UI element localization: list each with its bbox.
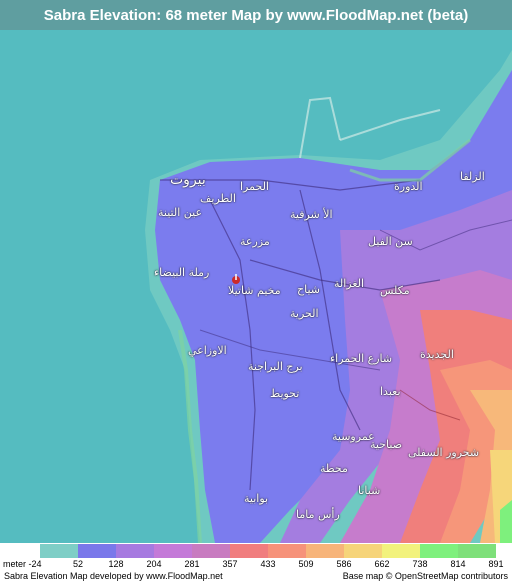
legend-tick: 738 <box>412 559 428 569</box>
place-label: شارع الحمراء <box>330 352 393 365</box>
legend-tick: 52 <box>72 559 84 569</box>
place-label: عين التينة <box>158 206 203 219</box>
place-label: برج البراجنة <box>248 360 303 373</box>
legend-swatch <box>306 544 344 558</box>
legend-tick: 128 <box>108 559 124 569</box>
place-label: الأ شرفية <box>290 208 333 221</box>
legend-tick: 509 <box>298 559 314 569</box>
place-label: الحرية <box>290 307 319 320</box>
legend-swatch <box>40 544 78 558</box>
legend-tick: 433 <box>260 559 276 569</box>
place-label: تحويط <box>270 387 300 400</box>
place-label: صباحية <box>370 438 403 451</box>
elevation-map[interactable]: بيروت الحمرا الطريف عين التينة الأ شرفية مزرع… <box>0 30 512 543</box>
place-label: الغزالة <box>334 277 365 290</box>
map-title: Sabra Elevation: 68 meter Map by www.Flo… <box>0 0 512 30</box>
place-label: الاوزاعي <box>188 344 227 357</box>
place-label: رملة البيضاء <box>154 266 210 279</box>
legend-ticks: meter -24 52 128 204 281 357 433 509 586 662 738 81… <box>0 559 512 571</box>
legend-swatch <box>78 544 116 558</box>
place-label: الحمرا <box>240 180 269 193</box>
legend-swatches <box>40 544 496 558</box>
place-label: مخيم شاتيلا <box>228 284 281 297</box>
legend-swatch <box>116 544 154 558</box>
place-label: بوابية <box>244 492 269 505</box>
legend-tick: 281 <box>184 559 200 569</box>
legend-unit: meter -24 <box>3 559 42 569</box>
legend-swatch <box>230 544 268 558</box>
legend-tick: 814 <box>450 559 466 569</box>
elevation-legend: meter -24 52 128 204 281 357 433 509 586 662 738 81… <box>0 543 512 571</box>
legend-swatch <box>344 544 382 558</box>
place-label: مزرعة <box>240 235 270 248</box>
place-label: الطريف <box>200 192 236 205</box>
legend-tick: 357 <box>222 559 238 569</box>
place-label: الزلقا <box>460 170 485 183</box>
place-label: بيروت <box>170 172 206 188</box>
footer: Sabra Elevation Map developed by www.Flo… <box>0 571 512 582</box>
place-label: الدورة <box>394 180 423 193</box>
footer-basemap-credit: Base map © OpenStreetMap contributors <box>342 571 508 581</box>
legend-tick: 204 <box>146 559 162 569</box>
place-label: مكلس <box>380 284 410 297</box>
legend-swatch <box>268 544 306 558</box>
place-label: شبانا <box>358 484 381 497</box>
place-label: رأس ماما <box>296 508 340 521</box>
legend-swatch <box>458 544 496 558</box>
place-label: سن الفيل <box>368 235 413 248</box>
place-label: عمروسية <box>332 430 375 443</box>
legend-swatch <box>154 544 192 558</box>
legend-tick: 891 <box>488 559 504 569</box>
place-label: الجديدة <box>420 348 454 361</box>
legend-swatch <box>382 544 420 558</box>
place-label: بعبدا <box>380 385 401 398</box>
footer-credit: Sabra Elevation Map developed by www.Flo… <box>4 571 223 581</box>
legend-swatch <box>420 544 458 558</box>
place-label: شحرور السفلى <box>408 446 480 459</box>
place-label: محطة <box>320 462 348 475</box>
legend-swatch <box>192 544 230 558</box>
place-label: شياح <box>297 283 320 296</box>
legend-tick: 662 <box>374 559 390 569</box>
legend-tick: 586 <box>336 559 352 569</box>
